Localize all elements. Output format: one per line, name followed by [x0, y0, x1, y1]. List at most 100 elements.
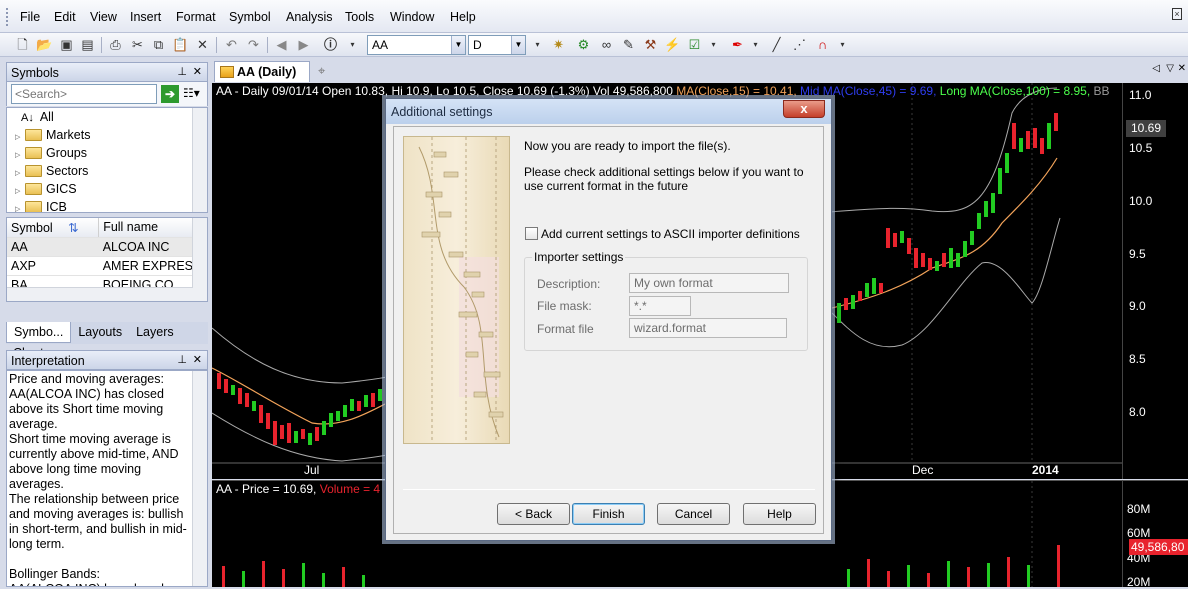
- chevron-down-icon[interactable]: ▼: [451, 36, 465, 54]
- menu-edit[interactable]: Edit: [54, 10, 76, 24]
- delete-icon[interactable]: ✕: [194, 36, 211, 53]
- file-mask-label: File mask:: [537, 299, 592, 313]
- toolbar-overflow-icon[interactable]: ▾: [705, 36, 722, 53]
- tree-item-sectors[interactable]: ▷ Sectors: [15, 162, 207, 180]
- close-icon[interactable]: ✕: [193, 353, 202, 366]
- chart-window-icon[interactable]: ☑: [686, 36, 703, 53]
- new-icon[interactable]: 🗋: [14, 36, 31, 53]
- mdi-close-button[interactable]: ×: [1172, 8, 1182, 20]
- menu-file[interactable]: File: [20, 10, 40, 24]
- volume-axis[interactable]: 80M 60M 40M 20M 49,586,80: [1122, 480, 1188, 589]
- chevron-down-icon[interactable]: ▾: [747, 36, 764, 53]
- close-icon[interactable]: ✕: [193, 65, 202, 78]
- tree-item-label: Sectors: [46, 164, 89, 178]
- expand-icon[interactable]: ▷: [15, 201, 25, 212]
- format-file-field[interactable]: wizard.format: [629, 318, 787, 338]
- tree-item-gics[interactable]: ▷ GICS: [15, 180, 207, 198]
- menu-insert[interactable]: Insert: [130, 10, 161, 24]
- copy-icon[interactable]: ⧉: [150, 36, 167, 53]
- magnet-icon[interactable]: ∩: [814, 36, 831, 53]
- menu-symbol[interactable]: Symbol: [229, 10, 271, 24]
- chevron-down-icon[interactable]: ▼: [511, 36, 525, 54]
- scan-icon[interactable]: ✷: [550, 36, 567, 53]
- dialog-close-button[interactable]: x: [783, 100, 825, 118]
- cancel-button[interactable]: Cancel: [657, 503, 730, 525]
- importer-settings-group: Importer settings Description: My own fo…: [524, 250, 808, 351]
- toolbar-overflow-icon[interactable]: ▾: [529, 36, 546, 53]
- column-header-symbol[interactable]: Symbol ⇅: [7, 218, 100, 238]
- undo-icon[interactable]: ↶: [223, 36, 240, 53]
- candle: [1054, 113, 1058, 131]
- go-arrow-icon[interactable]: ➔: [161, 85, 179, 103]
- menu-help[interactable]: Help: [450, 10, 476, 24]
- table-hscrollbar[interactable]: [7, 287, 193, 301]
- open-icon[interactable]: 📂: [36, 36, 53, 53]
- toolbar-overflow-icon[interactable]: ▾: [834, 36, 851, 53]
- tab-symbols[interactable]: Symbo...: [6, 322, 72, 343]
- tab-layouts[interactable]: Layouts: [71, 322, 129, 342]
- candle: [1040, 138, 1044, 154]
- forward-icon[interactable]: ▶: [295, 36, 312, 53]
- symbol-combo[interactable]: AA ▼: [367, 35, 466, 55]
- price-axis[interactable]: 11.0 10.5 10.0 9.5 9.0 8.5 8.0 10.69: [1122, 83, 1188, 479]
- toolbar-overflow-icon[interactable]: ▾: [344, 36, 361, 53]
- tree-item-markets[interactable]: ▷ Markets: [15, 126, 207, 144]
- column-header-fullname[interactable]: Full name: [98, 218, 193, 238]
- back-icon[interactable]: ◀: [273, 36, 290, 53]
- illustration-bar: [483, 371, 501, 378]
- pin-icon[interactable]: ⊥: [177, 65, 187, 78]
- menu-view[interactable]: View: [90, 10, 117, 24]
- interval-combo[interactable]: D ▼: [468, 35, 526, 55]
- description-field[interactable]: My own format: [629, 273, 789, 293]
- save-icon[interactable]: ▣: [58, 36, 75, 53]
- finish-button[interactable]: Finish: [572, 503, 645, 525]
- hammer-icon[interactable]: ⚒: [642, 36, 659, 53]
- tree-item-groups[interactable]: ▷ Groups: [15, 144, 207, 162]
- chart-icon: [220, 66, 234, 78]
- tab-layers[interactable]: Layers: [129, 322, 181, 342]
- optimize-icon[interactable]: ∞: [598, 36, 615, 53]
- tree-scrollbar[interactable]: [192, 108, 207, 212]
- menu-tools[interactable]: Tools: [345, 10, 374, 24]
- table-row[interactable]: AA ALCOA INC: [7, 237, 193, 257]
- tab-label: AA (Daily): [237, 65, 297, 79]
- tab-aa-daily[interactable]: AA (Daily) ✕: [214, 61, 310, 99]
- menu-window[interactable]: Window: [390, 10, 434, 24]
- candle: [977, 213, 981, 229]
- search-input[interactable]: [11, 84, 157, 104]
- cut-icon[interactable]: ✂: [129, 36, 146, 53]
- file-mask-field[interactable]: *.*: [629, 296, 691, 316]
- interpretation-pane: Price and moving averages: AA(ALCOA INC)…: [6, 370, 208, 587]
- pin-icon[interactable]: ⊥: [177, 353, 187, 366]
- table-row[interactable]: AXP AMER EXPRES: [7, 256, 193, 276]
- table-scrollbar[interactable]: [192, 218, 207, 301]
- paste-icon[interactable]: 📋: [172, 36, 189, 53]
- dotted-line-icon[interactable]: ⋰: [791, 36, 808, 53]
- help-button[interactable]: Help: [743, 503, 816, 525]
- close-icon[interactable]: ✕: [1178, 63, 1186, 74]
- list-view-icon[interactable]: ☷▾: [183, 86, 205, 102]
- interpretation-scrollbar[interactable]: [192, 371, 207, 586]
- wand-icon[interactable]: ⚡: [664, 36, 681, 53]
- symbol-tree: A↓ All ▷ Markets ▷ Groups ▷ Sectors ▷ GICS ▷ I…: [6, 107, 208, 213]
- tree-item-all[interactable]: A↓ All: [15, 108, 207, 126]
- back-button[interactable]: < Back: [497, 503, 570, 525]
- chevron-left-icon[interactable]: ◁: [1152, 63, 1160, 74]
- chevron-down-icon[interactable]: ▽: [1166, 63, 1174, 74]
- info-icon[interactable]: ⓘ: [322, 36, 339, 53]
- tree-item-label: GICS: [46, 182, 77, 196]
- candle: [1047, 123, 1051, 149]
- menu-format[interactable]: Format: [176, 10, 216, 24]
- print-icon[interactable]: ⎙: [107, 36, 124, 53]
- wizard-illustration: [403, 136, 510, 444]
- line-tool-icon[interactable]: ╱: [768, 36, 785, 53]
- new-tab-icon[interactable]: ⌖: [318, 63, 325, 79]
- color-pen-icon[interactable]: ✒: [729, 36, 746, 53]
- report-icon[interactable]: ✎: [620, 36, 637, 53]
- tree-item-icb[interactable]: ▷ ICB: [15, 198, 207, 212]
- save-settings-checkbox[interactable]: [525, 227, 538, 240]
- explore-icon[interactable]: ⚙: [575, 36, 592, 53]
- redo-icon[interactable]: ↷: [245, 36, 262, 53]
- save-all-icon[interactable]: ▤: [79, 36, 96, 53]
- menu-analysis[interactable]: Analysis: [286, 10, 333, 24]
